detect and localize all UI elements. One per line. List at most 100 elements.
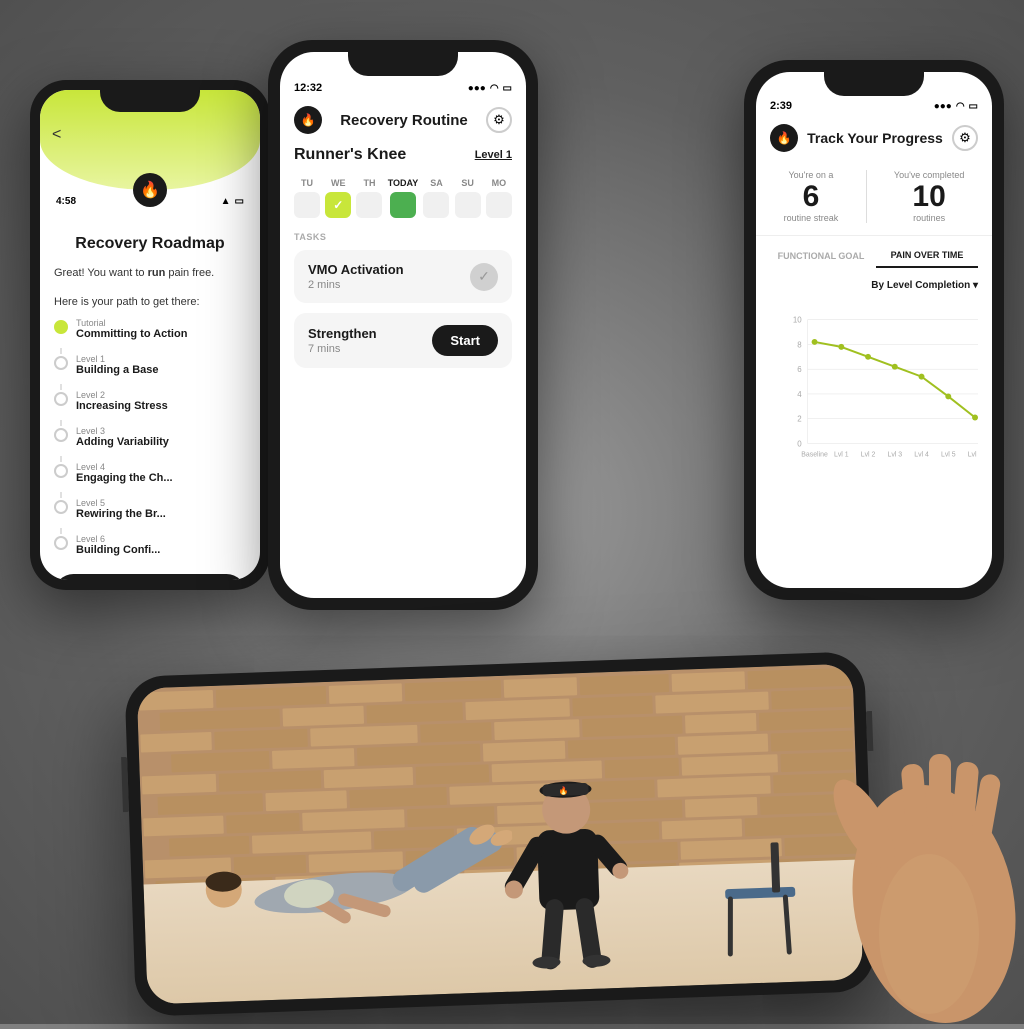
svg-text:Baseline: Baseline [801,451,828,458]
middle-wifi-icon: ◠ [490,83,499,94]
right-status-time: 2:39 [770,100,792,112]
back-arrow-icon[interactable]: < [52,126,61,144]
svg-text:6: 6 [797,365,802,374]
chart-point-l5 [945,393,951,399]
right-battery-icon: ▭ [969,101,978,112]
left-flame-logo: 🔥 [133,173,167,207]
middle-notch [348,52,458,76]
get-started-button[interactable]: Get Started [54,574,246,581]
day-box-sa [423,192,449,218]
start-button[interactable]: Start [432,325,498,356]
middle-battery-icon: ▭ [503,83,512,94]
brick [215,686,326,708]
chart-point-l3 [892,364,898,370]
task-check-vmo: ✓ [470,263,498,291]
day-label-today: TODAY [388,178,419,188]
day-col-we: WE ✓ [325,178,351,218]
video-scene: 🔥 [137,664,864,1005]
right-page-title: Track Your Progress [807,130,943,146]
tasks-section: TASKS VMO Activation 2 mins ✓ Strengthen… [280,226,526,384]
brick [572,696,653,717]
brick [329,683,403,704]
task-duration-strengthen: 7 mins [308,343,377,355]
day-box-mo [486,192,512,218]
chart-point-l2 [865,354,871,360]
stat-streak-post: routine streak [784,213,839,223]
level-label: Level 6 [76,534,160,544]
roadmap-title: Recovery Roadmap [54,235,246,253]
brick [310,725,417,747]
svg-text:Lvl 1: Lvl 1 [834,451,849,458]
brick [415,764,489,785]
brick [465,698,570,720]
task-name-vmo: VMO Activation [308,262,404,277]
middle-signal-icon: ●●● [468,83,486,94]
day-box-tu [294,192,320,218]
level-link[interactable]: Level 1 [475,149,512,161]
brick [771,731,854,752]
item-title: Committing to Action [76,328,187,340]
item-title: Adding Variability [76,436,169,448]
condition-row: Runner's Knee Level 1 [280,140,526,170]
task-info-vmo: VMO Activation 2 mins [308,262,404,291]
brick [142,774,216,795]
day-label-su: SU [461,178,474,188]
day-label-mo: MO [492,178,507,188]
chart-point-baseline [812,339,818,345]
tab-pain-over-time[interactable]: PAIN OVER TIME [876,244,978,268]
tasks-label: TASKS [294,232,512,242]
tab-functional-goal[interactable]: FUNCTIONAL GOAL [770,244,872,268]
left-phone: < 🔥 4:58 ▲ ▭ Recovery Roadmap Great! You… [30,80,270,590]
roadmap-dot-l5 [54,500,68,514]
brick [759,710,852,731]
item-title: Engaging the Ch... [76,472,173,484]
svg-text:8: 8 [797,340,802,349]
brick [656,692,769,714]
list-item: Level 6 Building Confi... [54,534,246,556]
right-flame-logo: 🔥 [770,124,798,152]
roadmap-subtitle: Great! You want to run pain free. [54,265,246,282]
stat-streak-pre: You're on a [784,170,839,180]
brick [366,702,463,723]
middle-gear-icon[interactable]: ⚙ [486,107,512,133]
roadmap-dot-tutorial [54,320,68,334]
chair [718,832,802,965]
stat-completed-pre: You've completed [894,170,964,180]
roadmap-dot-l2 [54,392,68,406]
svg-text:🔥: 🔥 [558,786,568,796]
svg-text:4: 4 [797,390,802,399]
right-phone: 2:39 ●●● ◠ ▭ 🔥 Track Your Progress ⚙ You… [744,60,1004,600]
pain-line [815,342,975,418]
task-duration-vmo: 2 mins [308,279,404,291]
task-card-strengthen[interactable]: Strengthen 7 mins Start [294,313,512,368]
chart-container: 10 8 6 4 2 0 Baseline Lvl 1 Lvl 2 Lvl 3 … [770,299,978,479]
pain-chart: 10 8 6 4 2 0 Baseline Lvl 1 Lvl 2 Lvl 3 … [770,299,978,479]
stat-completed-post: routines [894,213,964,223]
stats-row: You're on a 6 routine streak You've comp… [756,158,992,236]
brick [171,751,270,772]
right-screen: 2:39 ●●● ◠ ▭ 🔥 Track Your Progress ⚙ You… [756,72,992,588]
stat-streak-number: 6 [784,180,839,213]
brick [771,689,852,710]
power-button[interactable] [121,757,129,812]
brick [266,790,347,811]
day-label-we: WE [331,178,346,188]
svg-text:Lvl 4: Lvl 4 [914,451,929,458]
right-gear-icon[interactable]: ⚙ [952,125,978,151]
item-title: Increasing Stress [76,400,168,412]
brick [324,767,413,788]
day-col-tu: TU [294,178,320,218]
day-box-we: ✓ [325,192,351,218]
brick [760,794,855,815]
days-row: TU WE ✓ TH TODAY SA SU [280,170,526,226]
level-label: Level 2 [76,390,168,400]
left-notch [100,90,200,112]
level-label: Level 1 [76,354,159,364]
path-label: Here is your path to get there: [54,296,246,308]
middle-header: 🔥 Recovery Routine ⚙ [280,100,526,140]
middle-flame-logo: 🔥 [294,106,322,134]
task-card-vmo[interactable]: VMO Activation 2 mins ✓ [294,250,512,303]
brick [483,741,566,762]
chart-dropdown[interactable]: By Level Completion ▾ [770,280,978,291]
video-screen: 🔥 [137,664,864,1005]
